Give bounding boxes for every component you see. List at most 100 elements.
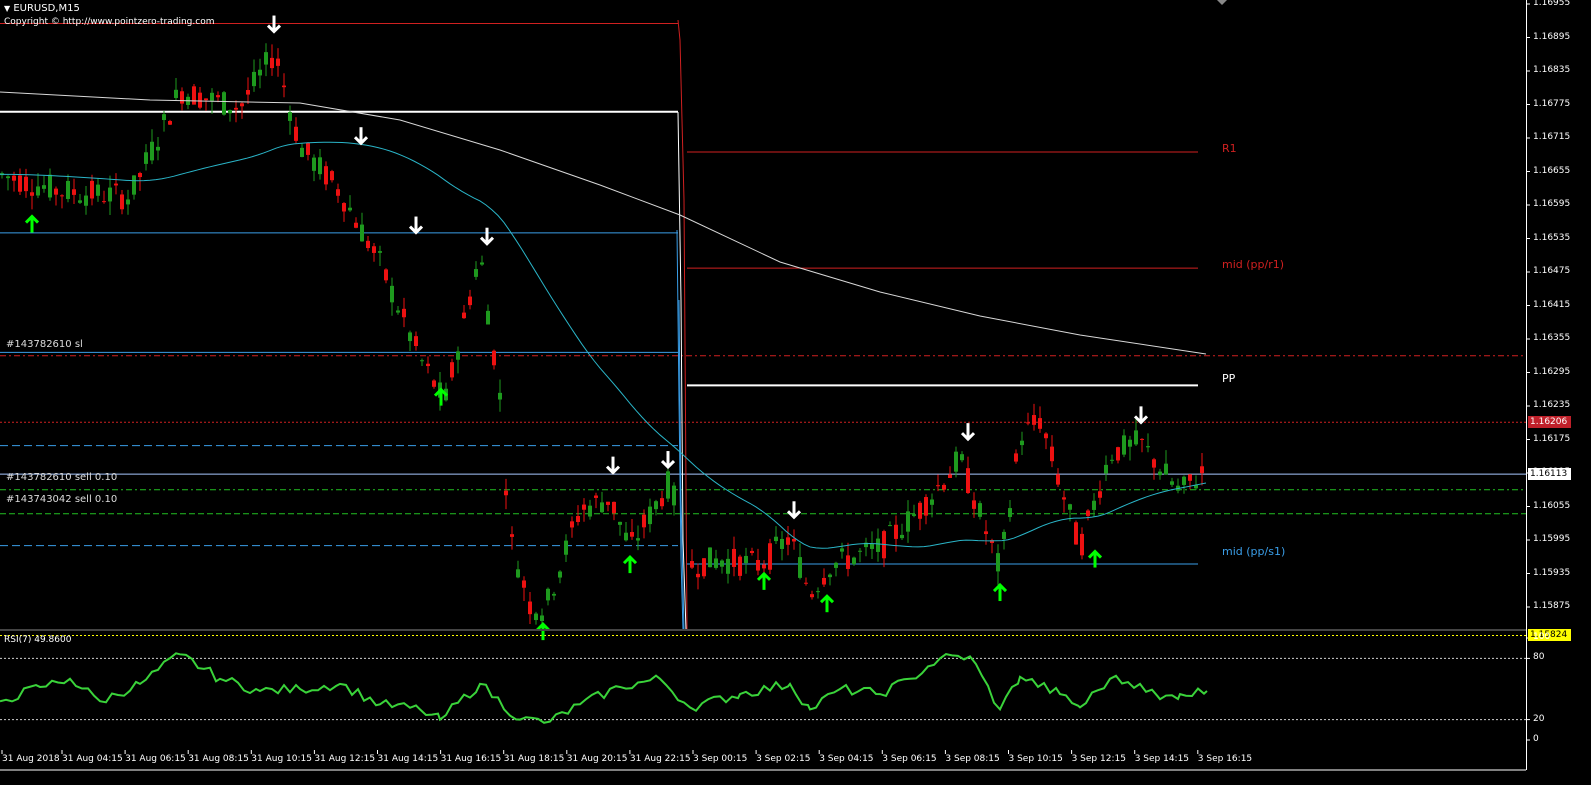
candle-body xyxy=(84,195,88,206)
time-label: 31 Aug 08:15 xyxy=(188,754,249,764)
arrow-up-icon xyxy=(1087,549,1103,568)
candle-body xyxy=(540,615,544,622)
candle-body xyxy=(624,532,628,541)
price-tick-label: 1.16175 xyxy=(1533,433,1571,444)
candle-body xyxy=(378,251,382,253)
candle-body xyxy=(828,574,832,578)
candle-body xyxy=(774,536,778,542)
candle-body xyxy=(912,514,916,516)
candle-body xyxy=(330,171,334,181)
candle-body xyxy=(888,525,892,527)
fast-ma-line xyxy=(0,141,1207,549)
candle-body xyxy=(1164,463,1168,475)
candle-body xyxy=(1026,422,1030,424)
indicator-separator[interactable] xyxy=(0,629,1526,631)
candle-body xyxy=(6,176,10,179)
candle-body xyxy=(636,538,640,541)
time-label: 31 Aug 04:15 xyxy=(62,754,123,764)
candle-body xyxy=(846,555,850,569)
candle-body xyxy=(426,363,430,367)
time-label: 3 Sep 12:15 xyxy=(1071,754,1126,764)
candle-body xyxy=(252,71,256,87)
candle-body xyxy=(876,538,880,552)
time-label: 31 Aug 06:15 xyxy=(125,754,186,764)
candle-body xyxy=(528,601,532,615)
candle-body xyxy=(264,52,268,65)
candle-body xyxy=(288,112,292,121)
candle-body xyxy=(942,484,946,490)
candle-body xyxy=(768,543,772,570)
candle-body xyxy=(498,392,502,400)
time-label: 3 Sep 04:15 xyxy=(819,754,874,764)
dropdown-triangle-icon[interactable]: ▼ xyxy=(4,4,10,13)
candle-body xyxy=(204,98,208,101)
candle-body xyxy=(732,548,736,567)
candle-body xyxy=(1038,418,1042,429)
time-label: 31 Aug 2018 xyxy=(2,754,60,764)
candle-body xyxy=(738,556,742,576)
price-tick-label: 1.16535 xyxy=(1533,232,1571,243)
candle-body xyxy=(996,553,1000,572)
pivot-mid-r1-label: mid (pp/r1) xyxy=(1222,258,1285,271)
rsi-line xyxy=(0,652,1208,724)
candle-body xyxy=(552,593,556,596)
candle-body xyxy=(144,152,148,164)
candle-body xyxy=(708,547,712,568)
candle-body xyxy=(960,454,964,461)
candle-body xyxy=(984,531,988,535)
candle-body xyxy=(1068,504,1072,510)
candle-body xyxy=(234,107,238,110)
candle-body xyxy=(1122,435,1126,455)
candle-body xyxy=(30,192,34,196)
arrow-up-icon xyxy=(535,622,551,641)
candle-body xyxy=(1128,439,1132,447)
candle-body xyxy=(630,532,634,537)
candle-body xyxy=(12,175,16,181)
chart-shift-marker-icon[interactable] xyxy=(1217,0,1227,5)
candle-body xyxy=(348,207,352,211)
arrow-up-icon xyxy=(819,594,835,613)
candle-body xyxy=(594,495,598,498)
arrow-up-icon xyxy=(622,555,638,574)
candle-body xyxy=(168,121,172,125)
arrow-down-icon xyxy=(479,227,495,246)
candle-body xyxy=(420,360,424,362)
candle-body xyxy=(702,558,706,577)
time-label: 31 Aug 18:15 xyxy=(503,754,565,764)
arrow-up-icon xyxy=(756,571,772,590)
price-tick-label: 1.16475 xyxy=(1533,266,1571,276)
candle-body xyxy=(1074,522,1078,545)
copyright-text: Copyright © http://www.pointzero-trading… xyxy=(4,17,215,27)
candle-body xyxy=(672,485,676,506)
candle-body xyxy=(72,189,76,195)
candle-body xyxy=(792,539,796,542)
candle-body xyxy=(576,516,580,522)
time-label: 3 Sep 02:15 xyxy=(756,754,811,764)
candle-body xyxy=(1050,446,1054,462)
candle-body xyxy=(456,351,460,360)
candle-body xyxy=(216,95,220,98)
order-sl-label: #143782610 sl xyxy=(6,339,83,350)
candle-body xyxy=(66,180,70,199)
candle-body xyxy=(612,501,616,514)
arrow-down-icon xyxy=(605,456,621,475)
time-label: 3 Sep 14:15 xyxy=(1134,754,1190,764)
candle-body xyxy=(240,103,244,107)
arrow-down-icon xyxy=(660,451,676,470)
candle-body xyxy=(516,569,520,578)
candle-body xyxy=(318,157,322,175)
candle-body xyxy=(408,332,412,342)
candle-body xyxy=(714,558,718,568)
rsi-label: RSI(7) 49.8600 xyxy=(4,635,72,645)
candle-body xyxy=(36,186,40,196)
candle-body xyxy=(1020,440,1024,446)
candle-body xyxy=(654,501,658,510)
arrow-down-icon xyxy=(353,127,369,146)
price-chart-canvas[interactable] xyxy=(0,0,1591,785)
candle-body xyxy=(210,92,214,101)
pivot-pp-label: PP xyxy=(1222,372,1236,385)
candle-body xyxy=(276,58,280,66)
chart-window[interactable]: ▼ EURUSD,M15 Copyright © http://www.poin… xyxy=(0,0,1591,785)
rsi-tick-label: 80 xyxy=(1533,652,1545,663)
candle-body xyxy=(900,534,904,539)
